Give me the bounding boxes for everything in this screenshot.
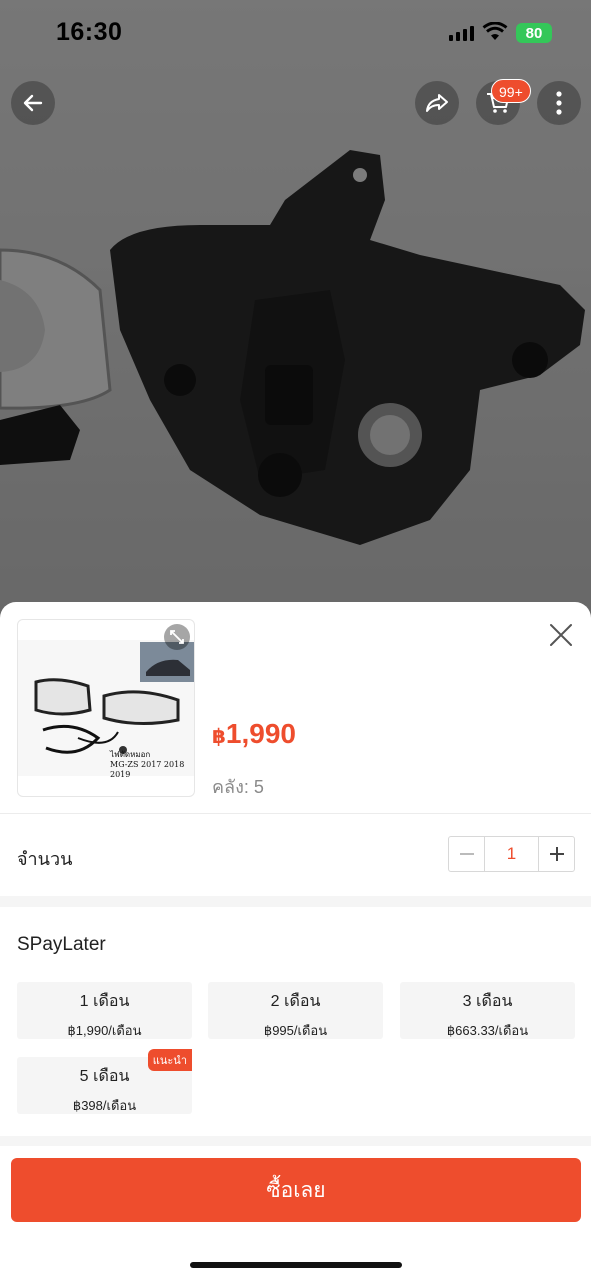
decrease-quantity-button[interactable]: [449, 837, 484, 871]
section-separator: [0, 1136, 591, 1146]
thumbnail-caption: ไฟตัดหมอก MG-ZS 2017 2018 2019: [110, 750, 194, 780]
quantity-stepper: 1: [448, 836, 575, 872]
stock-count: คลัง: 5: [212, 777, 264, 797]
product-thumbnail[interactable]: ไฟตัดหมอก MG-ZS 2017 2018 2019: [17, 619, 195, 797]
more-vertical-icon: [556, 91, 562, 115]
increase-quantity-button[interactable]: [539, 837, 574, 871]
share-icon: [426, 94, 448, 112]
thumbnail-caption-line-2: MG-ZS 2017 2018 2019: [110, 760, 185, 779]
plus-icon: [549, 847, 564, 861]
thumbnail-caption-line-1: ไฟตัดหมอก: [110, 750, 151, 759]
cart-count-badge: 99+: [491, 79, 531, 103]
installment-months: 2 เดือน: [270, 993, 321, 1010]
minus-icon: [459, 853, 474, 855]
recommended-badge: แนะนำ: [147, 1049, 192, 1071]
wifi-icon: [482, 22, 508, 40]
share-button[interactable]: [415, 81, 459, 125]
installment-option-3[interactable]: 3 เดือน ฿663.33/เดือน: [400, 982, 575, 1039]
quantity-input[interactable]: 1: [484, 837, 539, 871]
back-button[interactable]: [11, 81, 55, 125]
installment-rate: ฿995/เดือน: [263, 1023, 328, 1038]
section-separator: [0, 896, 591, 907]
status-bar: 16:30 80: [0, 0, 591, 66]
installment-months: 1 เดือน: [79, 993, 130, 1010]
cellular-signal-icon: [449, 26, 474, 41]
expand-icon: [170, 630, 184, 644]
installment-rate: ฿398/เดือน: [72, 1098, 137, 1113]
price-currency: ฿: [212, 726, 226, 748]
divider: [0, 813, 591, 814]
arrow-left-icon: [23, 94, 43, 112]
home-indicator: [190, 1262, 402, 1268]
installment-option-5[interactable]: แนะนำ 5 เดือน ฿398/เดือน: [17, 1049, 192, 1114]
expand-image-button[interactable]: [164, 624, 190, 650]
installment-months: 3 เดือน: [462, 993, 513, 1010]
price-value: 1,990: [225, 718, 296, 749]
battery-icon: 80: [516, 23, 552, 43]
installment-option-2[interactable]: 2 เดือน ฿995/เดือน: [208, 982, 383, 1039]
close-icon: [550, 624, 572, 646]
installment-option-1[interactable]: 1 เดือน ฿1,990/เดือน: [17, 982, 192, 1039]
spaylater-title: SPayLater: [17, 934, 106, 955]
product-price: ฿1,990: [212, 718, 296, 750]
close-sheet-button[interactable]: [546, 620, 576, 650]
battery-level: 80: [525, 24, 543, 42]
status-time: 16:30: [56, 18, 123, 46]
installment-rate: ฿1,990/เดือน: [67, 1023, 142, 1038]
more-options-button[interactable]: [537, 81, 581, 125]
variant-bottom-sheet: ไฟตัดหมอก MG-ZS 2017 2018 2019 ฿1,990 คล…: [0, 602, 591, 1280]
installment-rate: ฿663.33/เดือน: [446, 1023, 529, 1038]
quantity-label: จำนวน: [17, 849, 73, 869]
buy-now-button[interactable]: ซื้อเลย: [11, 1158, 581, 1222]
